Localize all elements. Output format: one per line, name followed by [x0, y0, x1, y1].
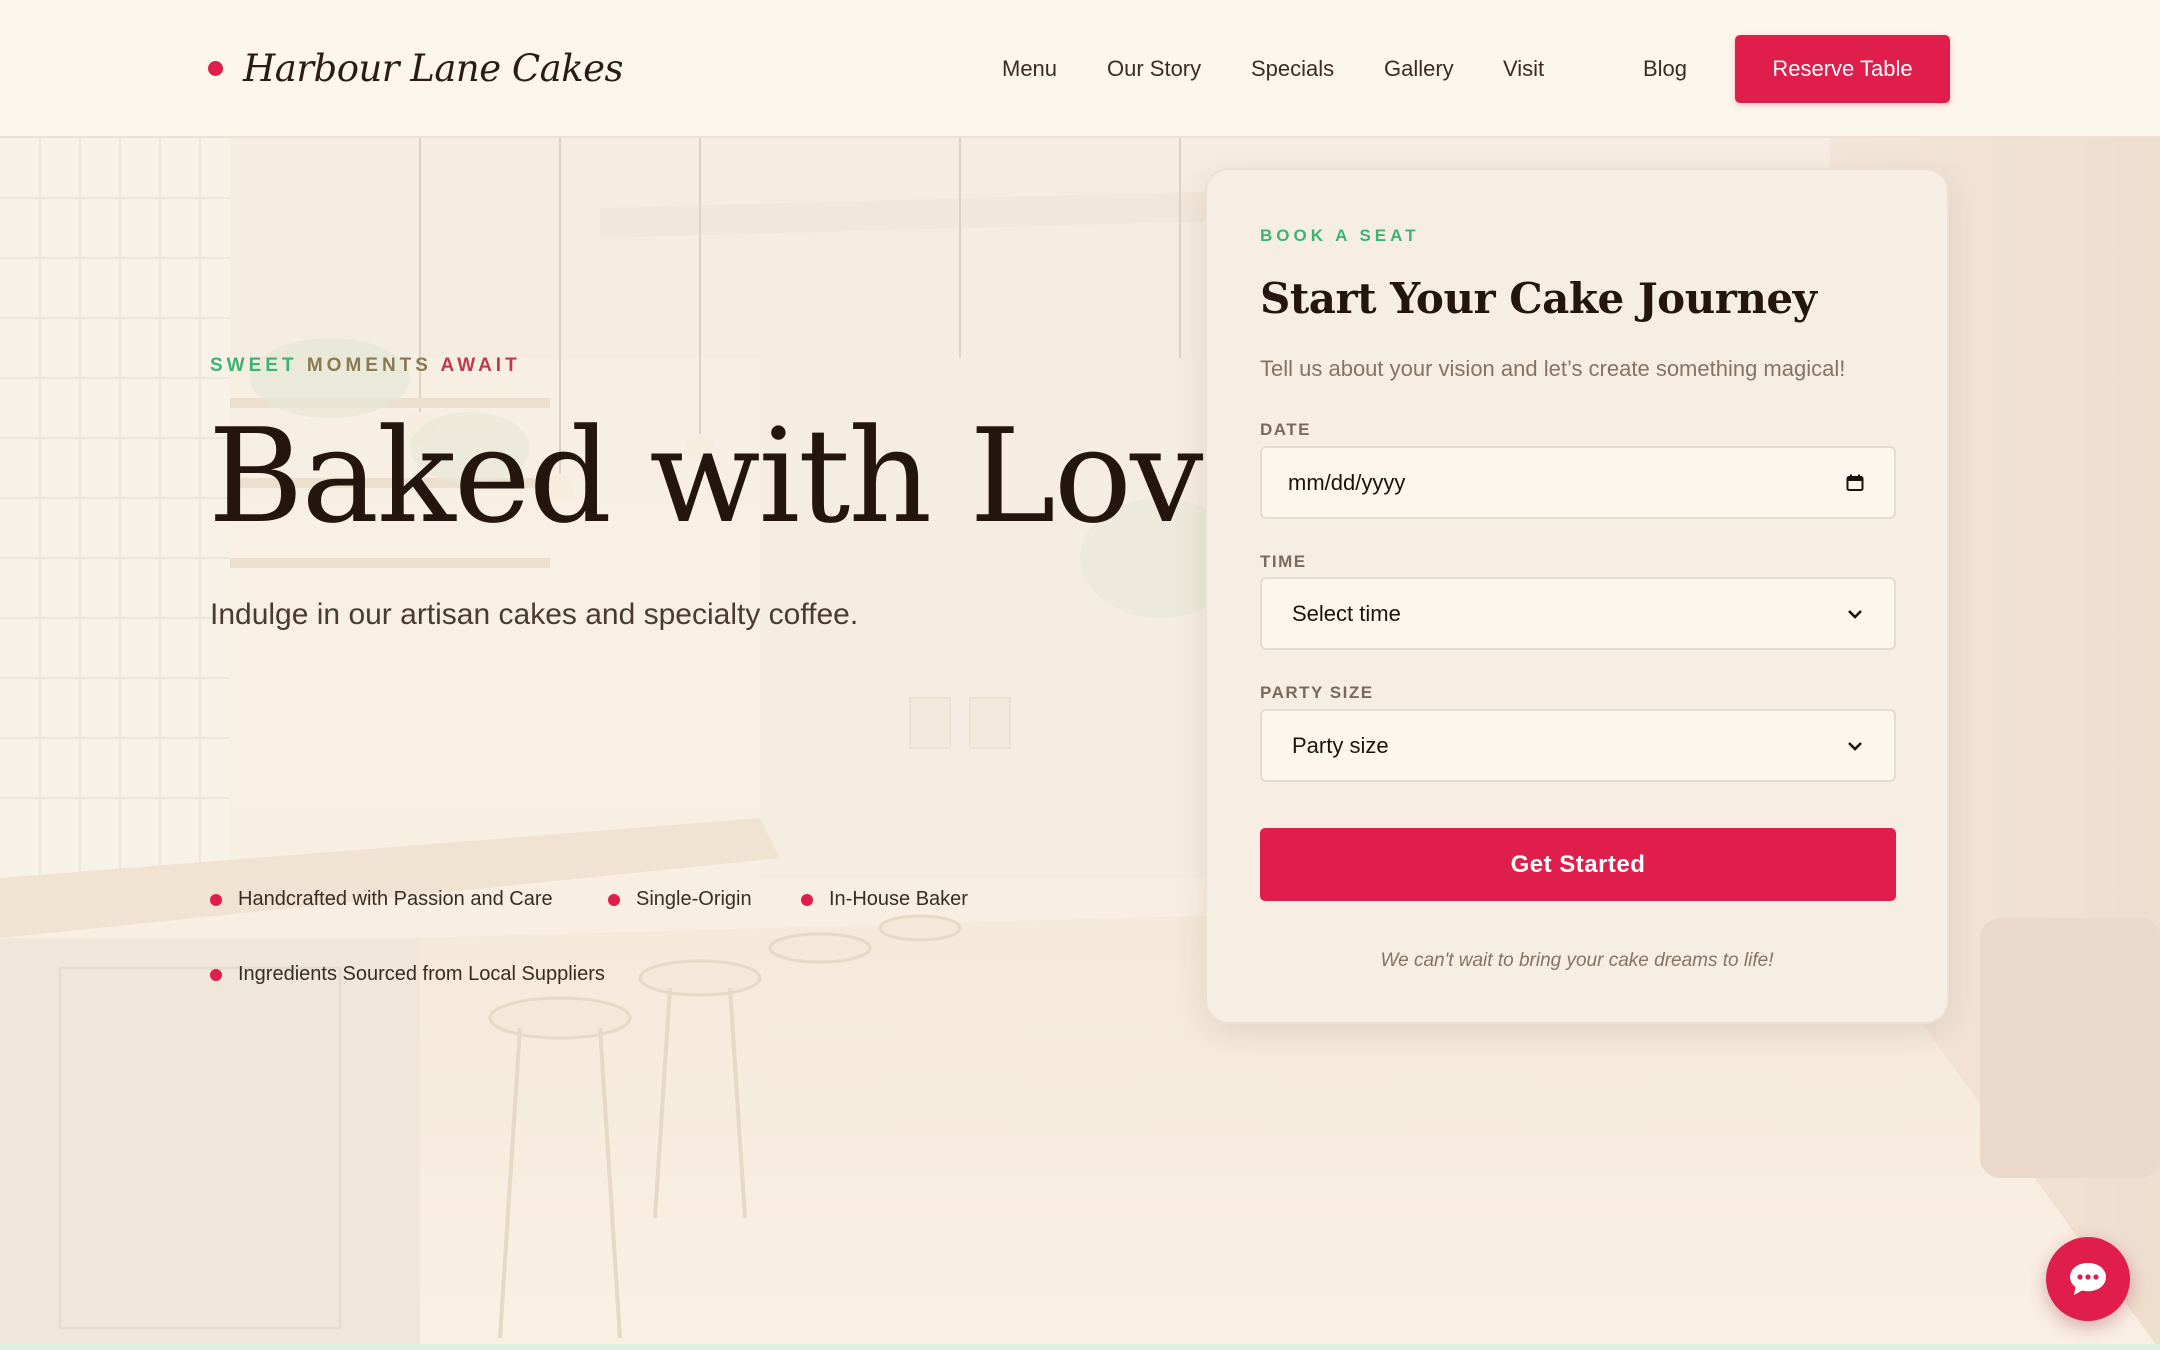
get-started-button[interactable]: Get Started: [1260, 828, 1896, 901]
party-size-label: PARTY SIZE: [1260, 683, 1374, 702]
party-size-select[interactable]: Party size: [1260, 709, 1896, 782]
nav-link-gallery[interactable]: Gallery: [1384, 56, 1454, 82]
time-label: TIME: [1260, 552, 1307, 571]
nav-link-specials[interactable]: Specials: [1251, 56, 1334, 82]
reserve-table-button[interactable]: Reserve Table: [1735, 35, 1950, 103]
brand-logo[interactable]: Harbour Lane Cakes: [208, 40, 624, 96]
nav-link-our-story[interactable]: Our Story: [1107, 56, 1201, 82]
hero-eyebrow-part-2: MOMENTS: [306, 355, 441, 376]
booking-note: We can't wait to bring your cake dreams …: [1380, 950, 1774, 971]
feature-item: In-House Baker: [801, 888, 968, 911]
bullet-dot-icon: [210, 968, 222, 981]
bullet-dot-icon: [210, 893, 222, 906]
feature-item: Handcrafted with Passion and Care: [210, 888, 553, 911]
site-header: Harbour Lane Cakes Menu Our Story Specia…: [0, 0, 2160, 138]
bullet-dot-icon: [801, 893, 813, 906]
date-input[interactable]: mm/dd/yyyy: [1260, 446, 1896, 519]
chat-widget-button[interactable]: [2046, 1237, 2130, 1321]
nav-link-menu[interactable]: Menu: [1002, 56, 1057, 82]
chevron-down-icon: [1842, 733, 1868, 759]
booking-title: Start Your Cake Journey: [1260, 274, 1817, 323]
party-size-select-value: Party size: [1292, 732, 1389, 758]
booking-card: BOOK A SEAT Start Your Cake Journey Tell…: [1205, 168, 1949, 1024]
brand-name: Harbour Lane Cakes: [243, 46, 624, 90]
chat-bubble-icon: [2070, 1263, 2106, 1295]
feature-label: In-House Baker: [829, 888, 968, 910]
feature-item: Ingredients Sourced from Local Suppliers: [210, 963, 605, 986]
hero-headline: Baked with Love: [208, 400, 1278, 552]
brand-dot-icon: [208, 60, 223, 76]
hero-eyebrow-part-1: SWEET: [210, 355, 307, 376]
feature-label: Ingredients Sourced from Local Suppliers: [238, 963, 605, 985]
feature-label: Single-Origin: [636, 888, 752, 910]
hero-eyebrow: SWEET MOMENTS AWAIT: [210, 355, 521, 377]
feature-label: Handcrafted with Passion and Care: [238, 888, 553, 910]
booking-description: Tell us about your vision and let’s crea…: [1260, 356, 1846, 381]
date-input-value: mm/dd/yyyy: [1288, 469, 1406, 495]
bottom-strip: [0, 1344, 2160, 1350]
hero-eyebrow-part-3: AWAIT: [440, 355, 521, 376]
nav-link-blog[interactable]: Blog: [1643, 56, 1687, 82]
nav-link-visit[interactable]: Visit: [1503, 56, 1544, 82]
date-label: DATE: [1260, 420, 1312, 439]
bullet-dot-icon: [608, 893, 620, 906]
chevron-down-icon: [1842, 601, 1868, 627]
booking-eyebrow: BOOK A SEAT: [1260, 226, 1420, 245]
feature-item: Single-Origin: [608, 888, 752, 911]
time-select[interactable]: Select time: [1260, 577, 1896, 650]
hero-subhead: Indulge in our artisan cakes and special…: [210, 598, 859, 631]
calendar-icon[interactable]: [1842, 470, 1868, 496]
time-select-value: Select time: [1292, 600, 1401, 626]
